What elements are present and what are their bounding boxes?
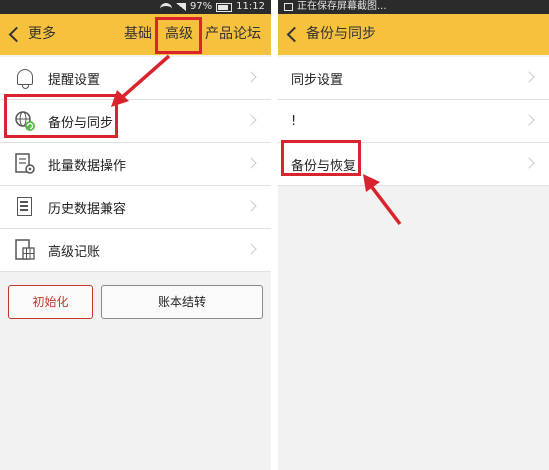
chevron-right-icon — [523, 157, 535, 169]
back-button[interactable]: 备份与同步 — [286, 14, 376, 55]
menu-item-label: ! — [291, 113, 297, 129]
initialize-button[interactable]: 初始化 — [8, 285, 93, 319]
menu-item-advanced-bookkeeping[interactable]: 高级记账 — [0, 229, 271, 272]
tab-product-forum[interactable]: 产品论坛 — [205, 14, 261, 55]
chevron-left-icon — [286, 26, 303, 43]
chevron-right-icon — [245, 71, 257, 83]
status-bar: 97% 11:12 — [0, 0, 271, 14]
chevron-right-icon — [245, 114, 257, 126]
back-label: 更多 — [28, 26, 56, 42]
ledger-grid-icon — [14, 239, 36, 261]
chevron-left-icon — [8, 26, 25, 43]
status-notification: 正在保存屏幕截图... — [284, 0, 387, 14]
highlight-box-advanced-tab — [155, 17, 202, 54]
annotation-arrow-icon — [111, 54, 171, 107]
highlight-box-backup-restore — [281, 140, 361, 176]
chevron-right-icon — [245, 157, 257, 169]
back-label: 备份与同步 — [306, 26, 376, 42]
menu-item-label: 同步设置 — [291, 72, 344, 88]
menu-item-label: 提醒设置 — [48, 72, 101, 88]
signal-icon — [175, 3, 186, 11]
right-phone-screen: 正在保存屏幕截图... 备份与同步 同步设置 ! 备份与恢复 — [278, 0, 549, 470]
menu-item-unlabeled[interactable]: ! — [278, 100, 549, 143]
chevron-right-icon — [523, 71, 535, 83]
menu-item-sync-settings[interactable]: 同步设置 — [278, 57, 549, 100]
chevron-right-icon — [523, 114, 535, 126]
status-bar: 正在保存屏幕截图... — [278, 0, 549, 14]
back-button[interactable]: 更多 — [8, 14, 56, 55]
left-phone-screen: 97% 11:12 更多 基础 高级 产品论坛 提醒设置 备份与同步 批量数据操… — [0, 0, 271, 470]
menu-item-label: 批量数据操作 — [48, 158, 127, 174]
annotation-arrow-icon — [363, 174, 402, 226]
wifi-icon — [159, 3, 172, 11]
ledger-transfer-button[interactable]: 账本结转 — [101, 285, 263, 319]
clock: 11:12 — [236, 1, 265, 12]
menu-item-history-compat[interactable]: 历史数据兼容 — [0, 186, 271, 229]
status-text: 正在保存屏幕截图... — [297, 1, 387, 12]
top-toolbar: 更多 基础 高级 产品论坛 — [0, 14, 271, 55]
bottom-buttons: 初始化 账本结转 — [0, 285, 271, 321]
status-icons: 97% 11:12 — [159, 0, 265, 14]
chevron-right-icon — [245, 200, 257, 212]
battery-percent: 97% — [189, 1, 213, 12]
bell-icon — [14, 67, 36, 89]
battery-icon — [216, 2, 233, 12]
highlight-box-backup-sync — [4, 94, 118, 138]
menu-item-label: 历史数据兼容 — [48, 201, 127, 217]
document-stack-icon — [14, 196, 36, 218]
top-toolbar: 备份与同步 — [278, 14, 549, 55]
menu-item-label: 高级记账 — [48, 244, 101, 260]
tab-basic[interactable]: 基础 — [124, 14, 152, 55]
checklist-gear-icon — [14, 153, 36, 175]
screenshot-icon — [284, 3, 293, 11]
menu-item-batch-data[interactable]: 批量数据操作 — [0, 143, 271, 186]
chevron-right-icon — [245, 243, 257, 255]
